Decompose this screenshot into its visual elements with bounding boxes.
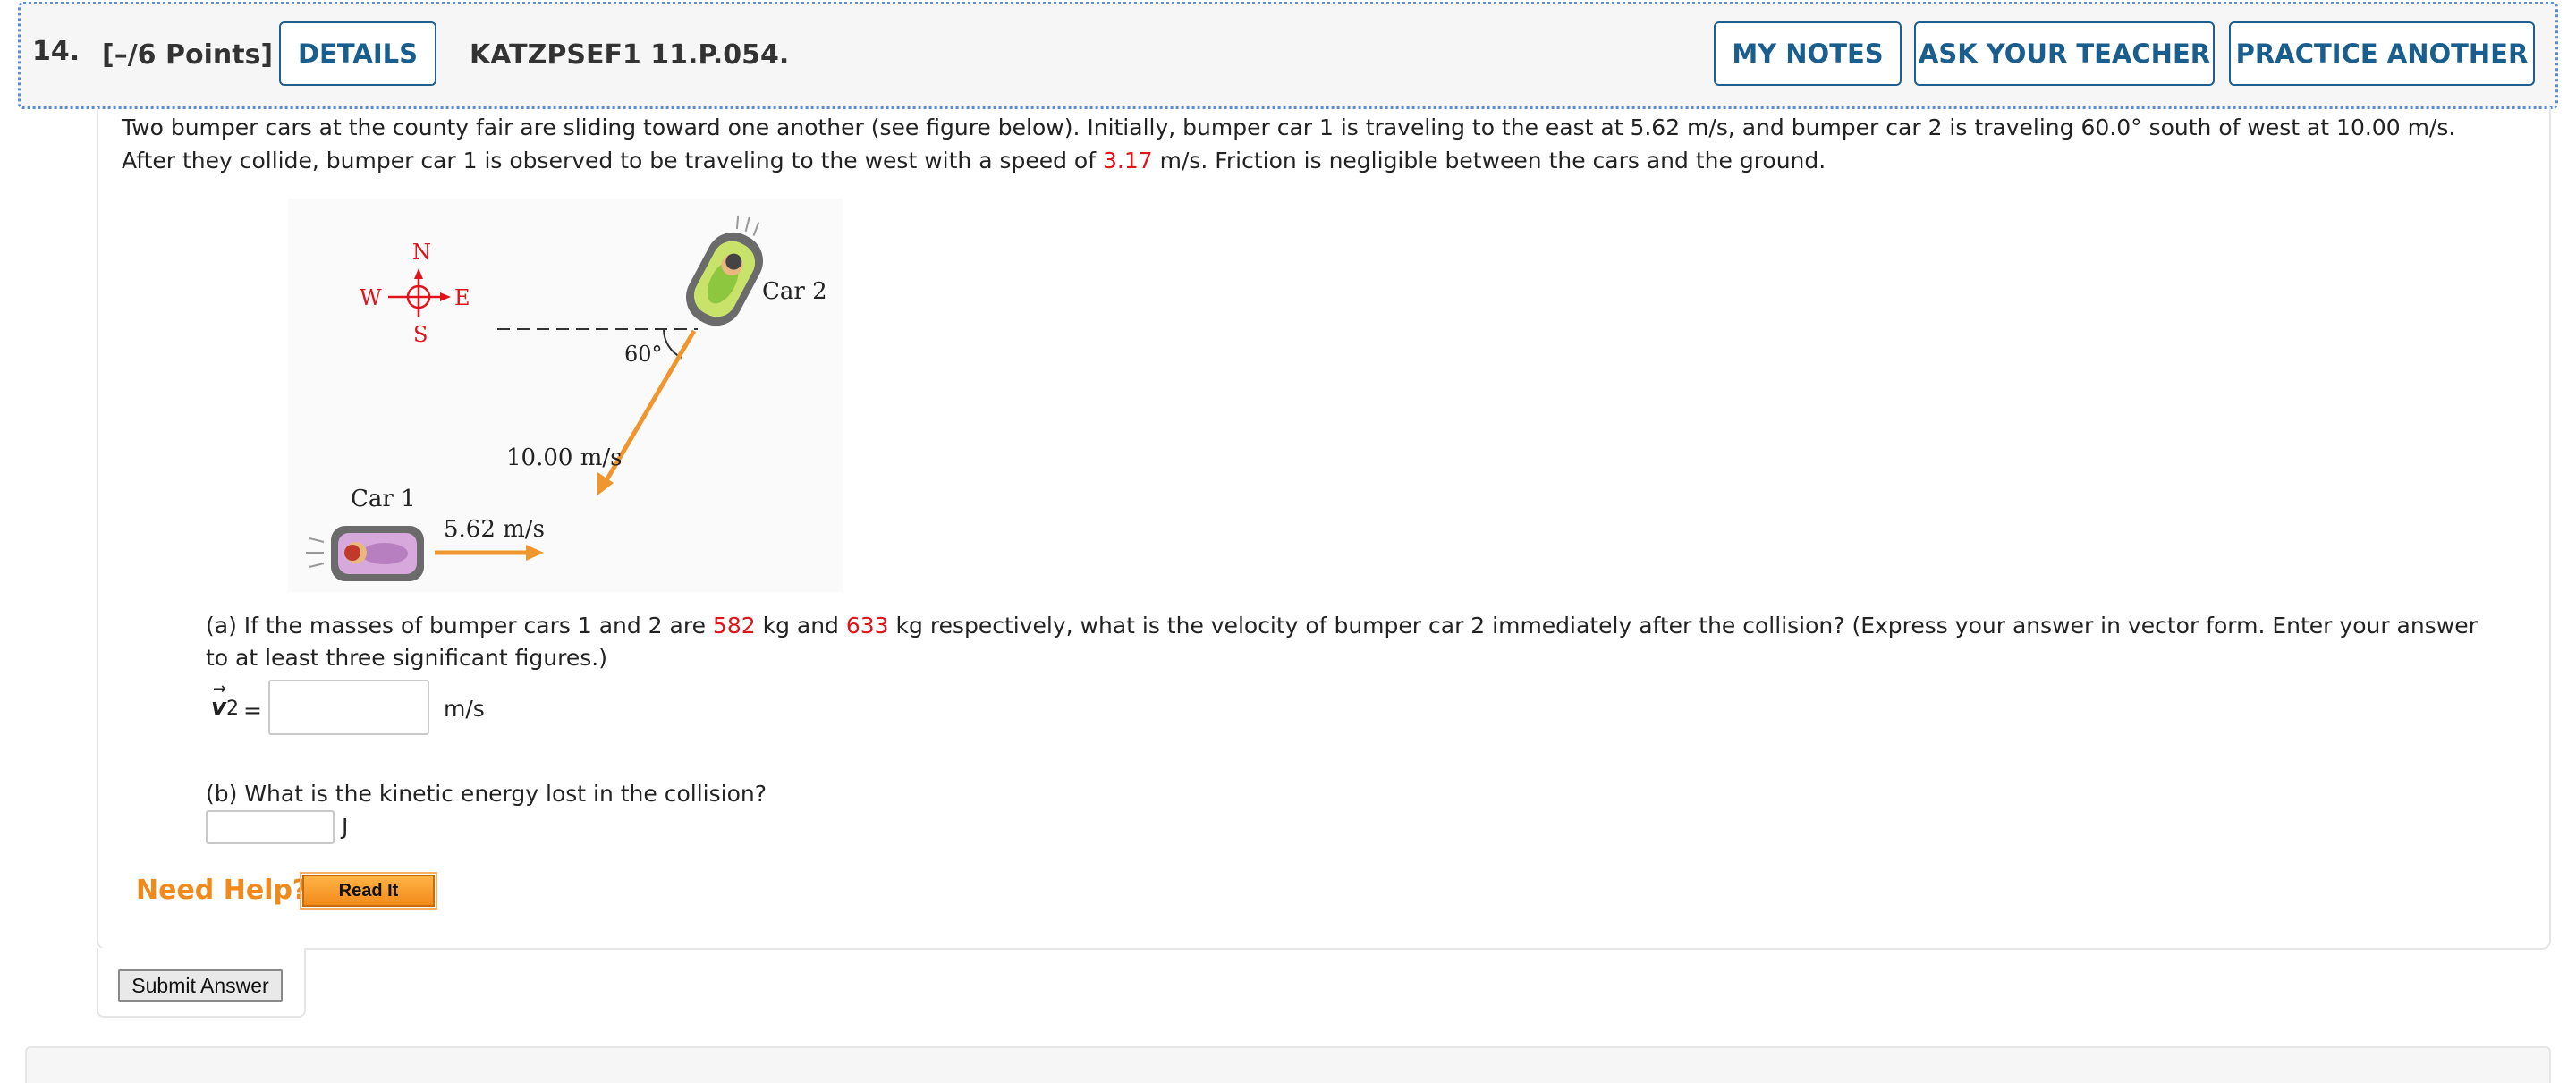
part-a-text-2: kg and: [755, 613, 846, 639]
next-question-card: [25, 1046, 2551, 1083]
car1-speed-label: 5.62 m/s: [444, 516, 545, 543]
vector-label: v2: [211, 694, 239, 721]
velocity-answer-input[interactable]: [268, 680, 429, 735]
figure-svg: N S E W 60° 10.00 m/s Car 2 Car 1 5.62 m…: [306, 215, 827, 581]
car2-icon: [685, 215, 764, 326]
details-button[interactable]: DETAILS: [279, 21, 436, 86]
equals-sign: =: [243, 698, 262, 723]
prompt-text-end: m/s. Friction is negligible between the …: [1152, 148, 1826, 173]
velocity-unit: m/s: [444, 696, 485, 722]
collision-figure: N S E W 60° 10.00 m/s Car 2 Car 1 5.62 m…: [288, 199, 843, 592]
part-a-text: (a) If the masses of bumper cars 1 and 2…: [206, 613, 713, 639]
compass-north: N: [412, 240, 431, 265]
mass1-value: 582: [712, 613, 756, 639]
question-code: KATZPSEF1 11.P.054.: [470, 39, 790, 71]
my-notes-button[interactable]: MY NOTES: [1714, 21, 1902, 86]
need-help-label: Need Help?: [136, 875, 309, 906]
energy-unit: J: [342, 814, 349, 840]
practice-another-button[interactable]: PRACTICE ANOTHER: [2229, 21, 2535, 86]
energy-answer-input[interactable]: [206, 810, 335, 844]
problem-statement: Two bumper cars at the county fair are s…: [122, 111, 2501, 177]
compass-south: S: [413, 322, 428, 347]
question-points: [–/6 Points]: [102, 39, 274, 71]
submit-answer-button[interactable]: Submit Answer: [118, 969, 283, 1002]
car1-label: Car 1: [351, 486, 416, 512]
speed-after-value: 3.17: [1102, 148, 1153, 173]
vector-symbol: v: [211, 694, 226, 721]
part-b-question: (b) What is the kinetic energy lost in t…: [206, 781, 767, 807]
part-a-question: (a) If the masses of bumper cars 1 and 2…: [206, 610, 2496, 674]
compass-east: E: [454, 285, 470, 310]
car1-icon: [306, 526, 424, 581]
read-it-button[interactable]: Read It: [300, 872, 437, 910]
ask-your-teacher-button[interactable]: ASK YOUR TEACHER: [1914, 21, 2215, 86]
mass2-value: 633: [845, 613, 889, 639]
car1-arrowhead: [526, 545, 544, 561]
compass-west: W: [360, 285, 382, 310]
angle-label: 60°: [624, 342, 663, 367]
vector-subscript: 2: [225, 698, 239, 720]
car2-label: Car 2: [762, 278, 827, 305]
car2-speed-label: 10.00 m/s: [506, 444, 622, 471]
compass-icon: [388, 268, 451, 317]
question-number: 14.: [32, 36, 80, 67]
